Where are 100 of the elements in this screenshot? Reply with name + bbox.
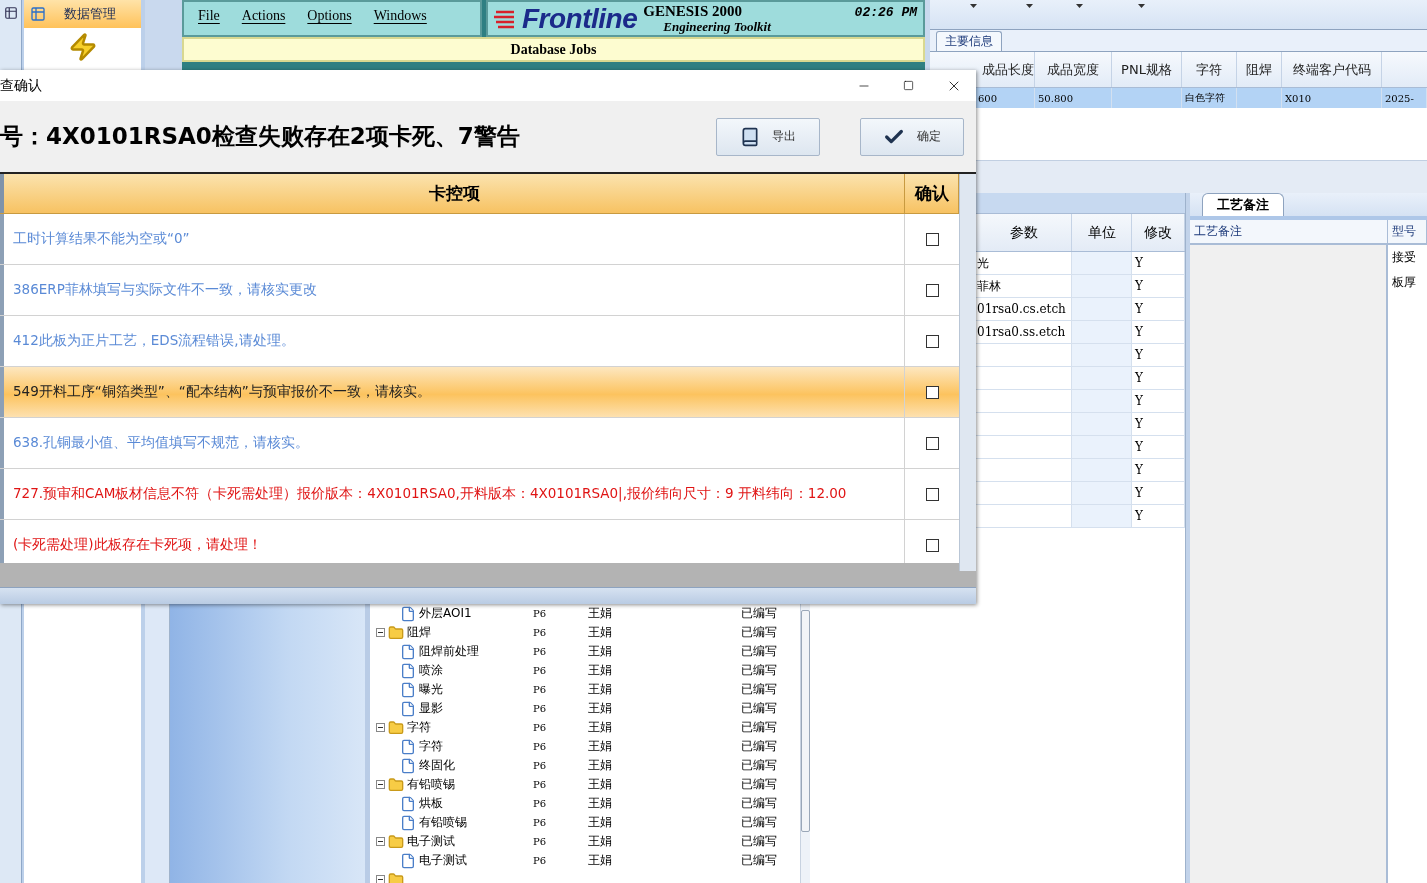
tree-item[interactable]: 有铅喷锡: [407, 776, 455, 793]
tree-item[interactable]: 阻焊前处理: [419, 643, 479, 660]
table-row[interactable]: 727.预审和CAM板材信息不符（卡死需处理）报价版本：4X0101RSA0,开料版本：4X0101RSA0|,报价纬向尺寸：9 开料纬向：12.00: [0, 469, 959, 520]
table-cell-text: 王娟: [587, 700, 613, 717]
tree-item[interactable]: 有铅喷锡: [419, 814, 467, 831]
tree-item[interactable]: 电子测试: [407, 833, 455, 850]
menu-item[interactable]: Options: [307, 7, 352, 24]
check-item-text: 412此板为正片工艺，EDS流程错误,请处理。: [13, 332, 295, 350]
tree-item[interactable]: 阻焊: [407, 624, 431, 641]
scrollbar-thumb[interactable]: [801, 610, 810, 832]
column-header[interactable]: 终端客户代码: [1282, 52, 1382, 87]
checkbox[interactable]: [925, 283, 939, 297]
tree-item[interactable]: 喷涂: [419, 662, 443, 679]
table-cell-text: P6: [532, 779, 548, 790]
export-button[interactable]: 导出: [716, 117, 820, 156]
collapse-icon[interactable]: [376, 723, 385, 732]
tab[interactable]: 工艺备注: [1202, 193, 1284, 216]
file-icon: [400, 700, 416, 717]
table-cell-text: 已编写: [740, 852, 778, 869]
table-cell: 01rsa0.ss.etch: [976, 321, 1072, 343]
table-row[interactable]: 工时计算结果不能为空或“0”: [0, 214, 959, 265]
table-cell-text: 王娟: [587, 719, 613, 736]
scrollbar[interactable]: [0, 587, 976, 604]
table-cell: 光: [976, 252, 1072, 274]
table-icon[interactable]: [3, 6, 18, 20]
checkbox[interactable]: [925, 487, 939, 501]
table-cell-text: 已编写: [740, 624, 778, 641]
checkbox[interactable]: [925, 538, 939, 552]
file-icon: [400, 681, 416, 698]
column-header[interactable]: 型号: [1388, 220, 1427, 243]
table-cell-text: 已编写: [740, 662, 778, 679]
tree-item[interactable]: 曝光: [419, 681, 443, 698]
table-cell: Y: [1132, 367, 1185, 389]
table-cell-text: 王娟: [587, 662, 613, 679]
tree-item[interactable]: 电子测试: [419, 852, 467, 869]
file-icon: [400, 738, 416, 755]
table-cell-text: 已编写: [740, 833, 778, 850]
checkbox[interactable]: [925, 334, 939, 348]
table-row[interactable]: 638.孔铜最小值、平均值填写不规范，请核实。: [0, 418, 959, 469]
menu-item[interactable]: File: [198, 7, 220, 24]
dropdown-caret-icon[interactable]: [970, 4, 977, 8]
dropdown-caret-icon[interactable]: [1138, 4, 1145, 8]
table-row[interactable]: 549开料工序“铜箔类型”、“配本结构”与预审报价不一致，请核实。: [0, 367, 959, 418]
tree-item[interactable]: 字符: [419, 738, 443, 755]
column-header[interactable]: PNL规格: [1112, 52, 1182, 87]
table-cell-text: P6: [532, 646, 548, 657]
table-cell-text: 已编写: [740, 643, 778, 660]
column-header[interactable]: 成品宽度: [1035, 52, 1112, 87]
table-cell-text: 王娟: [587, 833, 613, 850]
note-text: 板厚: [1392, 274, 1417, 291]
table-cell-text: 王娟: [587, 738, 613, 755]
table-cell-text: 王娟: [587, 757, 613, 774]
table-cell-text: 王娟: [587, 643, 613, 660]
collapse-icon[interactable]: [376, 837, 385, 846]
table-cell-text: 已编写: [740, 719, 778, 736]
result-message: 号：4X0101RSA0检查失败存在2项卡死、7警告: [0, 122, 521, 151]
collapse-icon[interactable]: [376, 780, 385, 789]
dropdown-caret-icon[interactable]: [1076, 4, 1083, 8]
column-header[interactable]: 工艺备注: [1190, 220, 1388, 243]
table-cell-text: 王娟: [587, 776, 613, 793]
table-cell: Y: [1132, 344, 1185, 366]
book-icon: [740, 126, 760, 147]
collapse-icon[interactable]: [376, 628, 385, 637]
table-cell-text: P6: [532, 722, 548, 733]
table-cell: Y: [1132, 413, 1185, 435]
checkbox[interactable]: [925, 385, 939, 399]
table-cell-text: P6: [532, 817, 548, 828]
column-header[interactable]: 单位: [1072, 214, 1132, 251]
checkbox[interactable]: [925, 436, 939, 450]
column-header[interactable]: 阻焊: [1237, 52, 1282, 87]
scrollbar[interactable]: [800, 604, 810, 883]
menu-item[interactable]: Windows: [373, 7, 427, 24]
tab[interactable]: 主要信息: [936, 31, 1002, 51]
folder-icon: [388, 871, 404, 883]
table-row[interactable]: 412此板为正片工艺，EDS流程错误,请处理。: [0, 316, 959, 367]
confirm-button[interactable]: 确定: [860, 117, 964, 156]
tree-item[interactable]: 显影: [419, 700, 443, 717]
tree-item[interactable]: 字符: [407, 719, 431, 736]
table-cell: Y: [1132, 436, 1185, 458]
dropdown-caret-icon[interactable]: [1026, 4, 1033, 8]
scrollbar[interactable]: [959, 174, 976, 571]
tree-item[interactable]: 终固化: [419, 757, 455, 774]
maximize-icon[interactable]: [903, 80, 914, 91]
table-cell-text: 已编写: [740, 681, 778, 698]
menu-item[interactable]: Actions: [241, 7, 286, 24]
checkbox[interactable]: [925, 232, 939, 246]
table-cell-text: P6: [532, 665, 548, 676]
tree-item[interactable]: 烘板: [419, 795, 443, 812]
column-header[interactable]: 字符: [1182, 52, 1237, 87]
table-cell-text: 王娟: [587, 814, 613, 831]
file-icon: [400, 757, 416, 774]
sidebar-item[interactable]: 数据管理: [24, 0, 141, 28]
table-cell-text: P6: [532, 627, 548, 638]
collapse-icon[interactable]: [376, 875, 385, 883]
table-cell-text: 已编写: [740, 795, 778, 812]
table-row[interactable]: 386ERP菲林填写与实际文件不一致，请核实更改: [0, 265, 959, 316]
table-cell-text: 已编写: [740, 700, 778, 717]
table-cell: Y: [1132, 298, 1185, 320]
tree-item[interactable]: 外层AOI1: [419, 605, 472, 622]
check-item-text: 638.孔铜最小值、平均值填写不规范，请核实。: [13, 434, 310, 452]
